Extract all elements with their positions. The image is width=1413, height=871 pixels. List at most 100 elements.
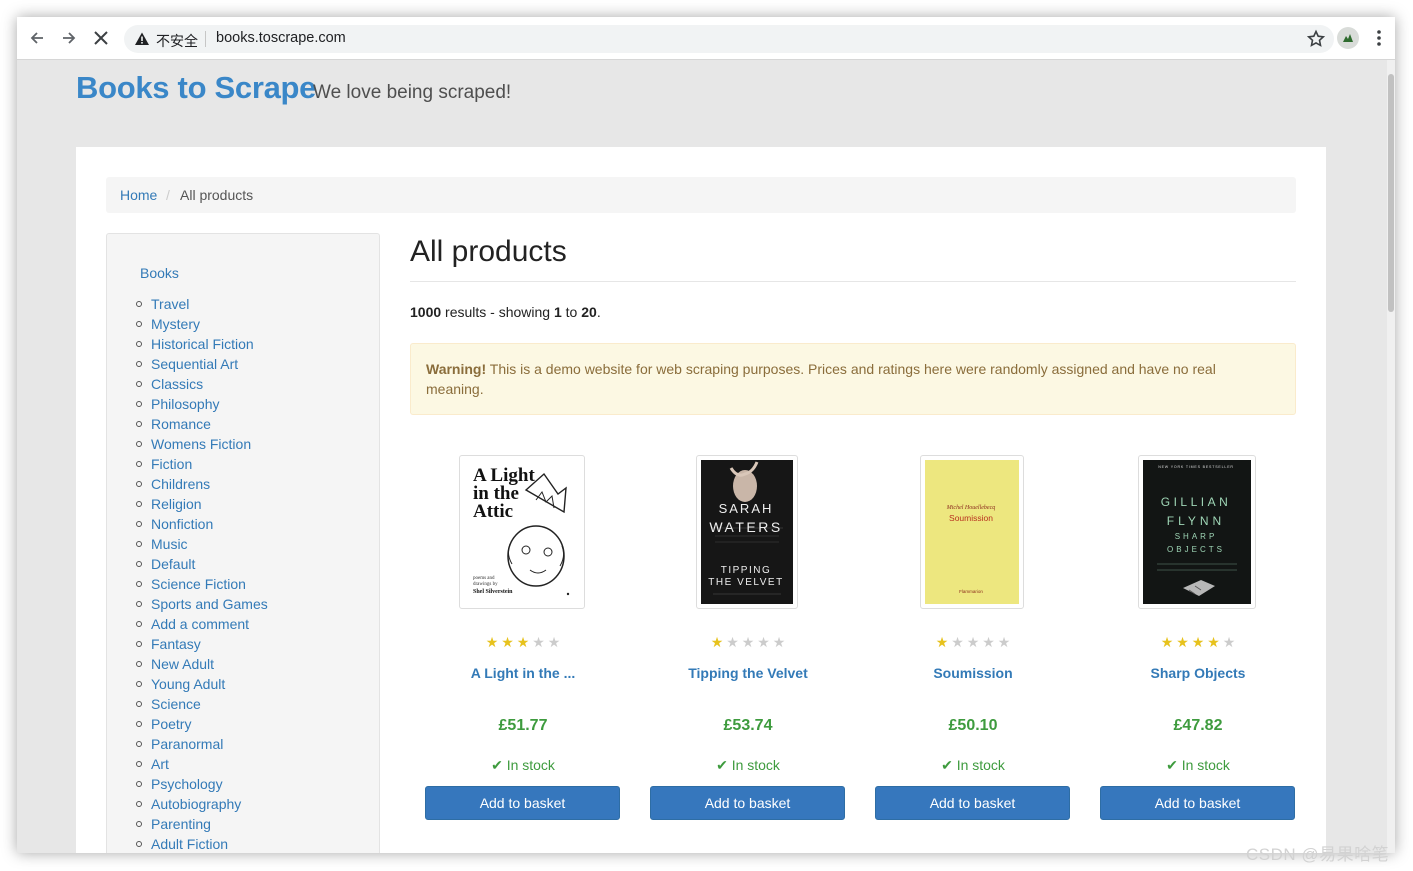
category-label[interactable]: Adult Fiction [151, 836, 228, 852]
sidebar-category-link[interactable]: Childrens [135, 476, 268, 496]
sidebar-category-link[interactable]: Travel [135, 296, 268, 316]
scrollbar-thumb[interactable] [1388, 74, 1394, 312]
list-bullet [136, 361, 142, 367]
sidebar-category-link[interactable]: New Adult [135, 656, 268, 676]
category-label[interactable]: Sports and Games [151, 596, 268, 612]
star-icon: ★ [951, 634, 964, 650]
category-label[interactable]: New Adult [151, 656, 214, 672]
category-label[interactable]: Art [151, 756, 169, 772]
sidebar-category-link[interactable]: Add a comment [135, 616, 268, 636]
list-bullet [136, 661, 142, 667]
sidebar-category-link[interactable]: Autobiography [135, 796, 268, 816]
sidebar-category-link[interactable]: Adult Fiction [135, 836, 268, 853]
category-label[interactable]: Travel [151, 296, 189, 312]
sidebar-category-link[interactable]: Nonfiction [135, 516, 268, 536]
list-bullet [136, 681, 142, 687]
category-label[interactable]: Psychology [151, 776, 223, 792]
category-label[interactable]: Mystery [151, 316, 200, 332]
sidebar-category-link[interactable]: Paranormal [135, 736, 268, 756]
cover-author: Michel Houellebecq [946, 505, 996, 511]
list-bullet [136, 741, 142, 747]
category-label[interactable]: Fantasy [151, 636, 201, 652]
category-label[interactable]: Science [151, 696, 201, 712]
sidebar-category-link[interactable]: Young Adult [135, 676, 268, 696]
sidebar-category-link[interactable]: Poetry [135, 716, 268, 736]
list-bullet [136, 401, 142, 407]
add-to-basket-button[interactable]: Add to basket [425, 786, 620, 820]
sidebar-category-link[interactable]: Philosophy [135, 396, 268, 416]
sidebar-category-link[interactable]: Fiction [135, 456, 268, 476]
sidebar-category-link[interactable]: Art [135, 756, 268, 776]
add-to-basket-button[interactable]: Add to basket [1100, 786, 1295, 820]
sidebar-category-link[interactable]: Sports and Games [135, 596, 268, 616]
add-to-basket-button[interactable]: Add to basket [875, 786, 1070, 820]
back-icon[interactable] [26, 27, 48, 49]
star-rating: ★ ★ ★ ★ ★ [650, 635, 846, 651]
category-label[interactable]: Sequential Art [151, 356, 238, 372]
product-cover-link[interactable] [920, 455, 1024, 609]
product-cover-image [925, 460, 1019, 604]
category-label[interactable]: Historical Fiction [151, 336, 254, 352]
sidebar-category-link[interactable]: Sequential Art [135, 356, 268, 376]
category-label[interactable]: Religion [151, 496, 202, 512]
sidebar-category-link[interactable]: Science Fiction [135, 576, 268, 596]
product-title-link[interactable]: Tipping the Velvet [650, 665, 846, 681]
breadcrumb-home-link[interactable]: Home [120, 187, 157, 203]
sidebar-category-link[interactable]: Music [135, 536, 268, 556]
sidebar-category-link[interactable]: Historical Fiction [135, 336, 268, 356]
sidebar-category-link[interactable]: Science [135, 696, 268, 716]
stock-status: ✔ In stock [650, 757, 846, 774]
sidebar-category-link[interactable]: Mystery [135, 316, 268, 336]
check-icon: ✔ [1166, 757, 1182, 773]
check-icon: ✔ [491, 757, 507, 773]
sidebar-category-link[interactable]: Parenting [135, 816, 268, 836]
active-tab[interactable] [568, 17, 816, 21]
list-bullet [136, 701, 142, 707]
category-label[interactable]: Womens Fiction [151, 436, 251, 452]
category-label[interactable]: Add a comment [151, 616, 249, 632]
category-label[interactable]: Science Fiction [151, 576, 246, 592]
sidebar-category-link[interactable]: Fantasy [135, 636, 268, 656]
category-label[interactable]: Parenting [151, 816, 211, 832]
category-label[interactable]: Young Adult [151, 676, 225, 692]
category-label[interactable]: Default [151, 556, 195, 572]
category-label[interactable]: Autobiography [151, 796, 241, 812]
category-label[interactable]: Paranormal [151, 736, 223, 752]
site-brand-link[interactable]: Books to Scrape [76, 70, 316, 106]
url-text[interactable]: books.toscrape.com [216, 30, 346, 46]
sidebar-category-link[interactable]: Default [135, 556, 268, 576]
sidebar-category-link[interactable]: Psychology [135, 776, 268, 796]
address-bar[interactable]: 不安全 books.toscrape.com [124, 25, 1334, 53]
security-label[interactable]: 不安全 [156, 31, 198, 51]
list-bullet [136, 601, 142, 607]
list-bullet [136, 481, 142, 487]
category-label[interactable]: Nonfiction [151, 516, 213, 532]
category-label[interactable]: Childrens [151, 476, 210, 492]
add-to-basket-button[interactable]: Add to basket [650, 786, 845, 820]
kebab-menu-icon[interactable] [1371, 27, 1387, 49]
star-rating: ★ ★ ★ ★ ★ [425, 635, 621, 651]
category-label[interactable]: Classics [151, 376, 203, 392]
product-title-link[interactable]: Soumission [875, 665, 1071, 681]
extension-icon[interactable] [1337, 27, 1359, 49]
category-label[interactable]: Romance [151, 416, 211, 432]
sidebar-category-link[interactable]: Classics [135, 376, 268, 396]
page-scrollbar[interactable] [1387, 60, 1395, 853]
cover-small-1: poems and [473, 576, 495, 581]
category-label[interactable]: Music [151, 536, 188, 552]
sidebar-category-link[interactable]: Romance [135, 416, 268, 436]
stock-text: In stock [1181, 757, 1230, 773]
stop-loading-icon[interactable] [90, 27, 112, 49]
category-label[interactable]: Philosophy [151, 396, 220, 412]
sidebar-books-link[interactable]: Books [140, 265, 179, 281]
category-label[interactable]: Poetry [151, 716, 191, 732]
bookmark-star-icon[interactable] [1306, 29, 1326, 49]
forward-icon[interactable] [58, 27, 80, 49]
product-title-link[interactable]: A Light in the ... [425, 665, 621, 681]
product-card: A Light in the Attic poems and drawings … [425, 455, 621, 820]
warning-triangle-icon[interactable] [134, 31, 150, 47]
sidebar-category-link[interactable]: Religion [135, 496, 268, 516]
category-label[interactable]: Fiction [151, 456, 192, 472]
product-title-link[interactable]: Sharp Objects [1100, 665, 1296, 681]
sidebar-category-link[interactable]: Womens Fiction [135, 436, 268, 456]
